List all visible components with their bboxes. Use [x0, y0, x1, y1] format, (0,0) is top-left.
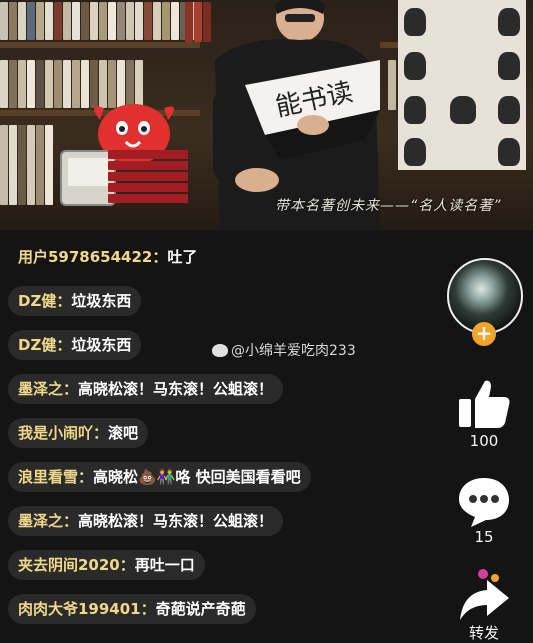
- watermark-text: @小绵羊爱吃肉233: [231, 343, 356, 359]
- comment-item[interactable]: 用户5978654422：吐了: [8, 242, 207, 272]
- comment-text: 垃圾东西: [71, 292, 132, 310]
- red-book-stack: [108, 150, 188, 212]
- follow-button[interactable]: +: [472, 322, 496, 346]
- comment-text: 奇葩说产奇葩: [155, 600, 246, 618]
- weibo-logo-icon: [212, 344, 228, 357]
- weibo-watermark: @小绵羊爱吃肉233: [212, 340, 356, 360]
- comment-text: 再吐一口: [134, 556, 195, 574]
- comment-username[interactable]: DZ健：: [18, 292, 71, 310]
- comment-username[interactable]: 我是小闹吖：: [18, 424, 108, 442]
- bookshelf: [0, 42, 200, 48]
- video-player[interactable]: 能书读 带本名著创未来——“名人读名著”: [0, 0, 533, 230]
- share-arrow-icon[interactable]: [455, 568, 513, 626]
- comment-item[interactable]: 我是小闹吖：滚吧: [8, 418, 149, 448]
- like-thumb-icon[interactable]: [455, 375, 513, 433]
- comment-item[interactable]: 夹去阴间2020：再吐一口: [8, 550, 205, 580]
- comment-username[interactable]: 用户5978654422：: [18, 248, 167, 266]
- comment-username[interactable]: 墨泽之：: [18, 512, 78, 530]
- comment-text: 高晓松滚！马东滚！公蛆滚！: [78, 512, 274, 530]
- comment-item[interactable]: 肉肉大爷199401：奇葩说产奇葩: [8, 594, 256, 624]
- books: [388, 60, 396, 110]
- comment-count: 15: [474, 528, 494, 546]
- comment-username[interactable]: 肉肉大爷199401：: [18, 600, 156, 618]
- comment-item[interactable]: 墨泽之：高晓松滚！马东滚！公蛆滚！: [8, 506, 284, 536]
- comment-username[interactable]: 夹去阴间2020：: [18, 556, 135, 574]
- like-count: 100: [469, 432, 499, 450]
- bookshelf: [380, 42, 400, 48]
- share-label: 转发: [468, 624, 499, 642]
- comment-username[interactable]: 浪里看雪：: [18, 468, 93, 486]
- comment-username[interactable]: DZ健：: [18, 336, 71, 354]
- books: [0, 2, 197, 40]
- comment-text: 高晓松滚！马东滚！公蛆滚！: [78, 380, 274, 398]
- video-subtitle: 带本名著创未来——“名人读名著”: [275, 198, 502, 214]
- comment-item[interactable]: 墨泽之：高晓松滚！马东滚！公蛆滚！: [8, 374, 284, 404]
- comment-text: 吐了: [167, 248, 198, 266]
- comment-text: 高晓松💩👫咯 快回美国看看吧: [93, 468, 301, 486]
- comment-item[interactable]: DZ健：垃圾东西: [8, 330, 142, 360]
- comment-item[interactable]: 浪里看雪：高晓松💩👫咯 快回美国看看吧: [8, 462, 311, 492]
- books: [0, 125, 53, 205]
- comment-text: 滚吧: [108, 424, 139, 442]
- event-poster: [398, 0, 526, 170]
- comment-text: 垃圾东西: [71, 336, 132, 354]
- comment-item[interactable]: DZ健：垃圾东西: [8, 286, 142, 316]
- comment-username[interactable]: 墨泽之：: [18, 380, 78, 398]
- comment-bubble-icon[interactable]: [455, 472, 513, 530]
